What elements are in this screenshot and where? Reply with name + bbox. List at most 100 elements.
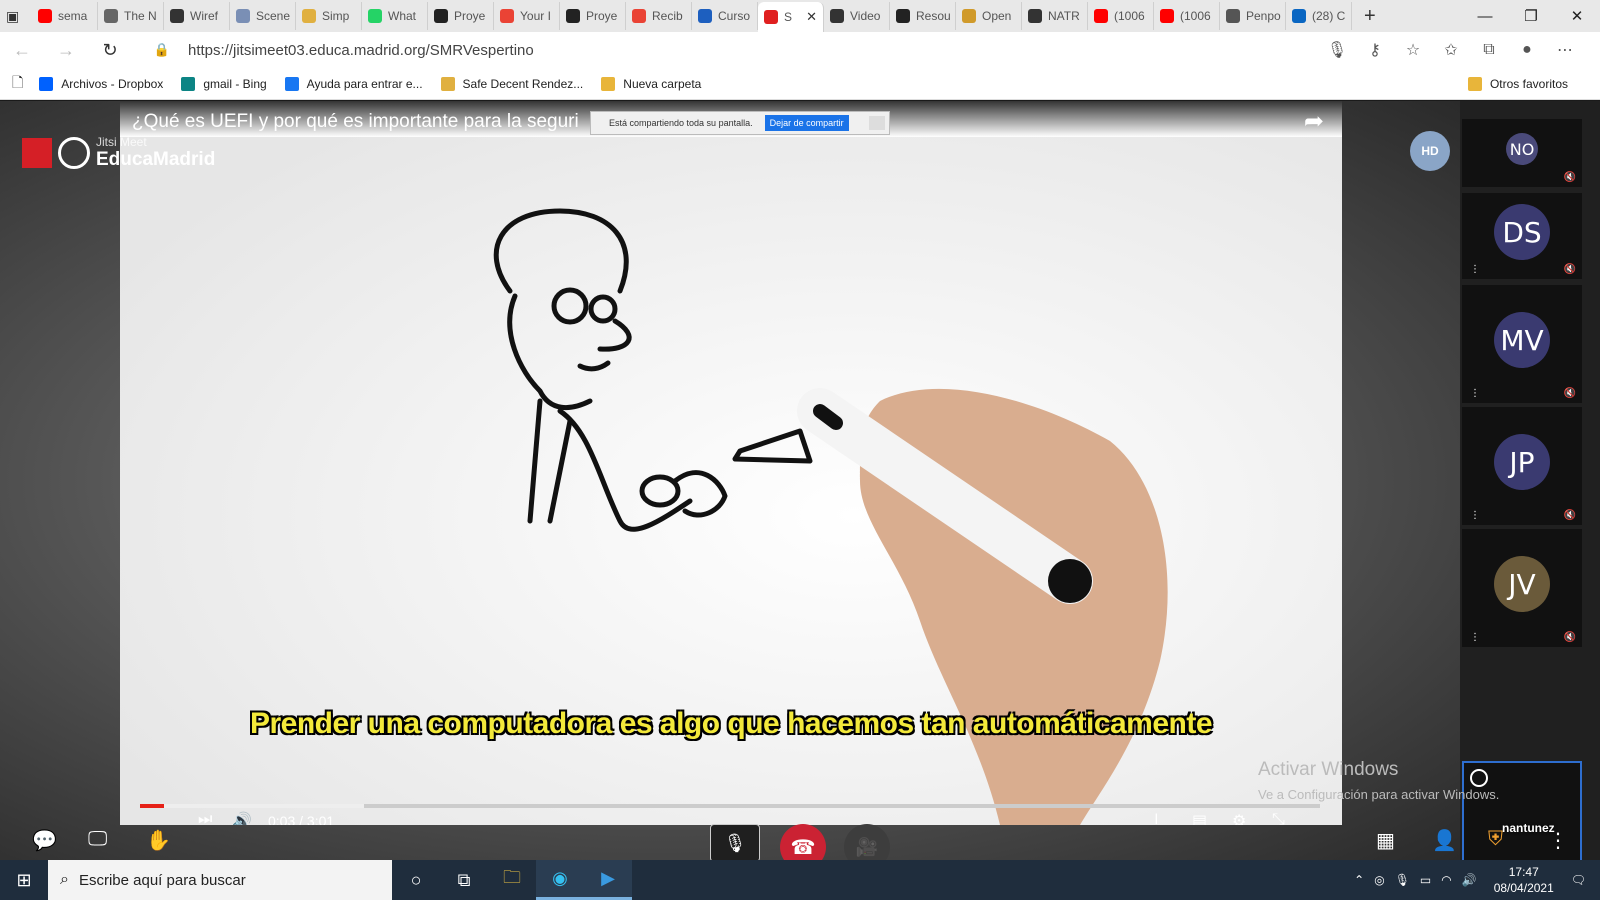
notifications-icon[interactable]: 🗨	[1571, 873, 1586, 887]
settings-icon[interactable]: ⚙	[1232, 811, 1246, 825]
tab-favicon-icon	[1292, 9, 1306, 23]
chat-icon[interactable]: 💬	[32, 828, 57, 853]
webcam-tray-icon[interactable]: ◎	[1374, 873, 1384, 887]
participant-menu-icon[interactable]: ⋮	[1470, 510, 1480, 521]
bookmark-item[interactable]: Archivos - Dropbox	[39, 76, 163, 91]
mic-permission-icon[interactable]: 🎙	[1318, 40, 1356, 60]
security-shield-icon[interactable]: ⛨	[1488, 828, 1503, 851]
camera-toggle-button[interactable]: 🎥	[844, 824, 890, 860]
logo-big-text: EducaMadrid	[96, 149, 216, 170]
url-field[interactable]: 🔒 https://jitsimeet03.educa.madrid.org/S…	[148, 36, 1382, 64]
participant-tile[interactable]: JV 🔇 ⋮	[1462, 529, 1582, 647]
fullscreen-exit-icon[interactable]: ⤡	[1272, 811, 1285, 825]
mic-tray-icon[interactable]: 🎙	[1395, 873, 1410, 887]
browser-tab[interactable]: Curso	[692, 2, 758, 30]
browser-tab[interactable]: Open	[956, 2, 1022, 30]
raise-hand-icon[interactable]: ✋	[146, 828, 171, 853]
taskbar-search[interactable]: ⌕ Escribe aquí para buscar	[48, 860, 392, 900]
hide-notice-button[interactable]	[868, 116, 885, 130]
browser-tab[interactable]: The N	[98, 2, 164, 30]
tab-label: (1006	[1114, 9, 1145, 23]
volume-tray-icon[interactable]: 🔊	[1462, 873, 1477, 887]
windows-start-icon[interactable]: ⊞	[0, 860, 48, 900]
bookmark-item[interactable]: gmail - Bing	[181, 76, 267, 91]
browser-tab[interactable]: (1006	[1088, 2, 1154, 30]
back-button[interactable]: ←	[0, 32, 44, 68]
video-app-icon[interactable]: ▶	[584, 860, 632, 900]
browser-tab[interactable]: Scene	[230, 2, 296, 30]
logo-small-text: Jitsi Meet	[96, 135, 147, 149]
browser-tab[interactable]: Penpo	[1220, 2, 1286, 30]
favorites-icon[interactable]: ✩	[1432, 40, 1470, 60]
wifi-icon[interactable]: ◠	[1441, 873, 1451, 887]
participant-menu-icon[interactable]: ⋮	[1470, 264, 1480, 275]
browser-tab[interactable]: Your I	[494, 2, 560, 30]
task-view-icon[interactable]: ⧉	[440, 860, 488, 900]
browser-tab[interactable]: S ✕	[758, 2, 824, 32]
invite-people-icon[interactable]: 👤	[1432, 828, 1457, 853]
bookmark-item[interactable]: Safe Decent Rendez...	[440, 76, 583, 91]
browser-tab[interactable]: Resou	[890, 2, 956, 30]
tab-label: Proye	[586, 9, 618, 23]
browser-tab[interactable]: NATR	[1022, 2, 1088, 30]
browser-tab[interactable]: (1006	[1154, 2, 1220, 30]
key-icon[interactable]: ⚷	[1356, 40, 1394, 60]
bookmark-item[interactable]: Nueva carpeta	[601, 76, 701, 91]
clock[interactable]: 17:47 08/04/2021	[1494, 864, 1554, 896]
autoplay-toggle[interactable]: ⏽	[1150, 811, 1163, 825]
more-actions-icon[interactable]: ⋮	[1548, 828, 1568, 853]
screenshare-icon[interactable]: 🖵	[88, 828, 107, 851]
participant-tile[interactable]: DS 🔇 ⋮	[1462, 193, 1582, 279]
reload-button[interactable]: ↻	[88, 32, 132, 68]
bookmark-icon	[284, 76, 299, 91]
tile-view-icon[interactable]: ▦	[1376, 828, 1395, 853]
minimize-button[interactable]: —	[1462, 0, 1508, 32]
other-favorites[interactable]: Otros favoritos	[1467, 68, 1568, 100]
participant-menu-icon[interactable]: ⋮	[1470, 632, 1480, 643]
maximize-button[interactable]: ❐	[1508, 0, 1554, 32]
participant-tile[interactable]: NO 🔇	[1462, 119, 1582, 187]
tab-favicon-icon	[1094, 9, 1108, 23]
video-progress-bar[interactable]	[140, 804, 1320, 808]
bookmark-label: gmail - Bing	[203, 76, 267, 91]
display-tray-icon[interactable]: ▭	[1420, 873, 1431, 887]
participant-avatar: JV	[1494, 556, 1550, 612]
stop-sharing-button[interactable]: Dejar de compartir	[764, 115, 849, 131]
show-hidden-icons[interactable]: ⌃	[1354, 873, 1364, 887]
share-arrow-icon[interactable]: ➦	[1304, 107, 1324, 136]
browser-tab[interactable]: Proye	[428, 2, 494, 30]
participant-menu-icon[interactable]: ⋮	[1470, 388, 1480, 399]
browser-tab[interactable]: Video	[824, 2, 890, 30]
browser-tab[interactable]: Recib	[626, 2, 692, 30]
bookmark-item[interactable]: Ayuda para entrar e...	[284, 76, 423, 91]
browser-tab[interactable]: sema	[32, 2, 98, 30]
tab-actions-icon[interactable]: ▣	[6, 8, 32, 25]
profile-avatar[interactable]: ●	[1508, 41, 1546, 59]
browser-tab[interactable]: (28) C	[1286, 2, 1352, 30]
volume-icon[interactable]: 🔊	[232, 811, 252, 825]
collections-icon[interactable]: ⧉	[1470, 41, 1508, 59]
captions-icon[interactable]: ▤	[1192, 811, 1207, 825]
hd-badge[interactable]: HD	[1410, 131, 1450, 171]
browser-tab[interactable]: Wiref	[164, 2, 230, 30]
participant-tile[interactable]: JP 🔇 ⋮	[1462, 407, 1582, 525]
shared-screen-video[interactable]: ¿Qué es UEFI y por qué es importante par…	[120, 101, 1342, 825]
tab-favicon-icon	[1028, 9, 1042, 23]
browser-tab[interactable]: What	[362, 2, 428, 30]
browser-tab[interactable]: Simp	[296, 2, 362, 30]
hangup-button[interactable]: ☎	[780, 824, 826, 860]
edge-browser-icon[interactable]: ◉	[536, 860, 584, 900]
mute-microphone-button[interactable]: 🎙	[710, 824, 760, 860]
forward-button[interactable]: →	[44, 32, 88, 68]
file-explorer-icon[interactable]: 🗀	[488, 860, 536, 900]
new-tab-button[interactable]: +	[1352, 5, 1388, 28]
more-menu-icon[interactable]: ⋯	[1546, 40, 1584, 60]
next-video-icon[interactable]: ⏭	[198, 811, 212, 825]
browser-tab[interactable]: Proye	[560, 2, 626, 30]
participant-tile[interactable]: MV 🔇 ⋮	[1462, 285, 1582, 403]
add-favorite-icon[interactable]: ☆	[1394, 40, 1432, 60]
close-window-button[interactable]: ✕	[1554, 0, 1600, 32]
close-tab-icon[interactable]: ✕	[806, 9, 817, 25]
cortana-icon[interactable]: ○	[392, 860, 440, 900]
lock-icon[interactable]: 🔒	[148, 42, 176, 58]
